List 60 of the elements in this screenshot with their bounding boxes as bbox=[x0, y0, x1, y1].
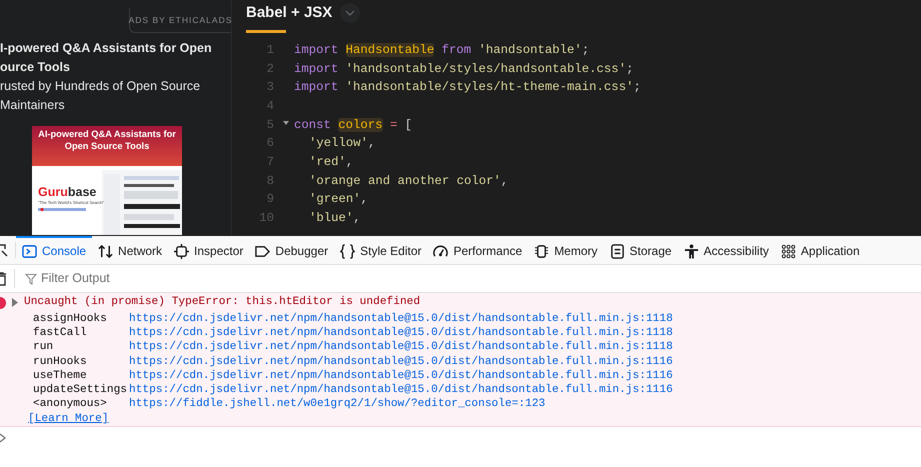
function-name: runHooks bbox=[33, 354, 88, 369]
devtools-tab[interactable]: Application bbox=[774, 236, 866, 264]
prompt-chevron-icon[interactable] bbox=[0, 432, 7, 444]
function-name: run bbox=[33, 340, 54, 355]
code-line: import 'handsontable/styles/handsontable.css'; bbox=[294, 60, 634, 78]
learn-more-link[interactable]: [Learn More] bbox=[28, 413, 109, 426]
braces-icon bbox=[340, 244, 356, 258]
source-link[interactable]: https://cdn.jsdelivr.net/npm/handsontable@15.0/dist/handsontable.full.min.js:1116 bbox=[129, 383, 673, 398]
code-line: 'yellow', bbox=[309, 135, 376, 152]
chevron-icon bbox=[345, 10, 356, 16]
grid-icon bbox=[780, 244, 796, 258]
function-name: <anonymous> bbox=[33, 397, 108, 412]
code-line: 'red', bbox=[309, 154, 354, 171]
chip-icon bbox=[534, 244, 550, 258]
devtools-tab[interactable]: Console bbox=[16, 236, 92, 264]
console-icon bbox=[22, 244, 37, 258]
devtools-tab[interactable]: Performance bbox=[427, 236, 528, 264]
devtools-tab[interactable]: Style Editor bbox=[334, 236, 428, 264]
devtools-tab[interactable]: Memory bbox=[528, 236, 604, 264]
function-name: assignHooks bbox=[33, 312, 108, 326]
editor-title: Babel + JSX bbox=[246, 2, 332, 23]
storage-icon bbox=[610, 244, 625, 258]
devtools-tab[interactable]: Accessibility bbox=[678, 236, 775, 264]
gauge-icon bbox=[433, 244, 448, 258]
source-link[interactable]: https://cdn.jsdelivr.net/npm/handsontable@15.0/dist/handsontable.full.min.js:1118 bbox=[129, 326, 673, 340]
expand-toggle-icon[interactable] bbox=[11, 298, 19, 307]
dropdown-button[interactable] bbox=[340, 3, 360, 23]
title-underline bbox=[246, 30, 286, 33]
code-line: 'orange and another color', bbox=[309, 172, 508, 190]
arrows-icon bbox=[98, 244, 114, 258]
function-name: useTheme bbox=[33, 368, 88, 384]
error-icon bbox=[0, 296, 7, 308]
devtools-tab[interactable]: Debugger bbox=[249, 236, 334, 264]
source-link[interactable]: https://cdn.jsdelivr.net/npm/handsontable@15.0/dist/handsontable.full.min.js:1118 bbox=[129, 340, 673, 355]
code-line: 'blue', bbox=[309, 210, 361, 227]
ad-description: rusted by Hundreds of Open Source Maintainers bbox=[0, 78, 200, 114]
filter-icon bbox=[25, 272, 37, 284]
filter-field[interactable]: Filter Output bbox=[41, 269, 341, 288]
source-link[interactable]: https://cdn.jsdelivr.net/npm/handsontable@15.0/dist/handsontable.full.min.js:1116 bbox=[129, 354, 673, 369]
code-line: 'green', bbox=[309, 191, 368, 208]
devtools-tab[interactable]: Inspector bbox=[168, 236, 250, 264]
code-line: import 'handsontable/styles/ht-theme-main.css'; bbox=[294, 79, 641, 96]
function-name: updateSettings bbox=[33, 383, 128, 398]
inspector-icon bbox=[174, 244, 190, 258]
debugger-icon bbox=[255, 244, 270, 258]
logo-text: Gurubase bbox=[38, 186, 96, 198]
function-name: fastCall bbox=[33, 326, 88, 340]
source-link[interactable]: https://cdn.jsdelivr.net/npm/handsontable@15.0/dist/handsontable.full.min.js:1118 bbox=[129, 312, 673, 326]
devtools-tab[interactable]: Network bbox=[92, 236, 168, 264]
source-link[interactable]: https://fiddle.jshell.net/w0e1grq2/1/show/?editor_console=:123 bbox=[129, 397, 546, 412]
code-line: import Handsontable from 'handsontable'; bbox=[294, 42, 590, 59]
fold-arrow-icon[interactable] bbox=[283, 121, 289, 126]
person-icon bbox=[684, 244, 699, 258]
error-text: Uncaught (in promise) TypeError: this.htEditor is undefined bbox=[24, 295, 420, 310]
code-line: const colors = [ bbox=[294, 116, 412, 134]
devtools-tab[interactable]: Storage bbox=[604, 236, 678, 264]
banner-title: AI-powered Q&A Assistants for Open Source Tools bbox=[32, 126, 182, 166]
trash-icon[interactable] bbox=[0, 272, 7, 286]
ad-label: ADS BY ETHICALADS bbox=[129, 8, 231, 33]
source-link[interactable]: https://cdn.jsdelivr.net/npm/handsontable@15.0/dist/handsontable.full.min.js:1116 bbox=[129, 368, 673, 384]
